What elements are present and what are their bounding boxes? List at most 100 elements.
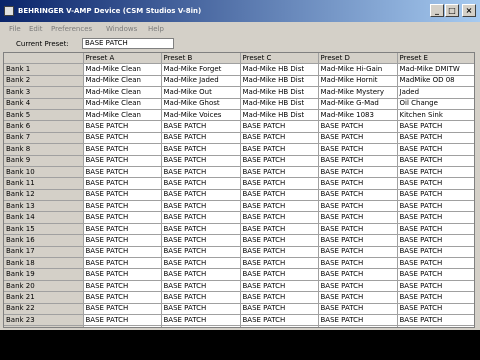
preset-cell[interactable]: BASE PATCH <box>318 268 398 281</box>
preset-cell[interactable]: BASE PATCH <box>240 177 319 190</box>
preset-cell[interactable]: BASE PATCH <box>240 223 319 236</box>
preset-cell[interactable]: BASE PATCH <box>161 155 241 167</box>
bank-label[interactable]: Bank 14 <box>4 211 84 224</box>
preset-cell[interactable]: BASE PATCH <box>240 291 319 304</box>
preset-cell[interactable]: BASE PATCH <box>83 268 162 281</box>
menu-file[interactable]: File <box>9 25 21 33</box>
bank-label[interactable]: Bank 17 <box>4 246 84 259</box>
preset-cell[interactable]: BASE PATCH <box>397 325 474 327</box>
preset-cell[interactable]: BASE PATCH <box>240 166 319 179</box>
preset-cell[interactable]: Mad-Mike HB Dist <box>240 75 319 88</box>
column-header[interactable]: Preset D <box>318 53 398 65</box>
preset-cell[interactable]: BASE PATCH <box>161 120 241 133</box>
preset-cell[interactable]: Mad-Mike HB Dist <box>240 109 319 122</box>
preset-cell[interactable]: BASE PATCH <box>318 246 398 259</box>
preset-cell[interactable]: BASE PATCH <box>397 132 474 145</box>
preset-cell[interactable]: BASE PATCH <box>240 189 319 202</box>
preset-cell[interactable]: BASE PATCH <box>161 257 241 270</box>
preset-cell[interactable]: BASE PATCH <box>83 177 162 190</box>
menu-help[interactable]: Help <box>148 25 164 33</box>
menu-preferences[interactable]: Preferences <box>51 25 92 33</box>
preset-cell[interactable]: Mad-Mike HB Dist <box>240 63 319 76</box>
preset-cell[interactable]: BASE PATCH <box>318 291 398 304</box>
preset-cell[interactable]: BASE PATCH <box>397 268 474 281</box>
preset-cell[interactable]: BASE PATCH <box>240 143 319 156</box>
preset-cell[interactable]: BASE PATCH <box>83 246 162 259</box>
preset-cell[interactable]: BASE PATCH <box>397 314 474 327</box>
bank-label[interactable]: Bank 21 <box>4 291 84 304</box>
preset-cell[interactable]: BASE PATCH <box>318 234 398 247</box>
preset-cell[interactable]: BASE PATCH <box>240 211 319 224</box>
bank-label[interactable]: Bank 15 <box>4 223 84 236</box>
bank-label[interactable]: Bank 10 <box>4 166 84 179</box>
preset-cell[interactable]: Mad-Mike G-Mad <box>318 98 398 110</box>
preset-cell[interactable]: BASE PATCH <box>240 280 319 293</box>
preset-cell[interactable]: BASE PATCH <box>397 189 474 202</box>
preset-cell[interactable]: BASE PATCH <box>318 314 398 327</box>
preset-cell[interactable]: BASE PATCH <box>240 246 319 259</box>
preset-cell[interactable]: Mad-Mike DMITW <box>397 63 474 76</box>
preset-cell[interactable]: BASE PATCH <box>240 234 319 247</box>
preset-cell[interactable]: BASE PATCH <box>318 177 398 190</box>
preset-cell[interactable]: BASE PATCH <box>240 325 319 327</box>
preset-cell[interactable]: BASE PATCH <box>240 200 319 213</box>
column-header[interactable]: Preset A <box>83 53 162 65</box>
preset-cell[interactable]: Mad-Mike Jaded <box>161 75 241 88</box>
preset-cell[interactable]: BASE PATCH <box>161 291 241 304</box>
preset-cell[interactable]: BASE PATCH <box>161 177 241 190</box>
bank-label[interactable]: Bank 4 <box>4 98 84 110</box>
preset-cell[interactable]: BASE PATCH <box>318 143 398 156</box>
preset-cell[interactable]: BASE PATCH <box>397 211 474 224</box>
column-header[interactable]: Preset C <box>240 53 319 65</box>
preset-cell[interactable]: Oil Change <box>397 98 474 110</box>
preset-cell[interactable]: Mad-Mike Clean <box>83 109 162 122</box>
column-header[interactable]: Preset E <box>397 53 474 65</box>
bank-label[interactable]: Bank 6 <box>4 120 84 133</box>
preset-cell[interactable]: BASE PATCH <box>83 200 162 213</box>
preset-cell[interactable]: BASE PATCH <box>397 291 474 304</box>
bank-label[interactable]: Bank 2 <box>4 75 84 88</box>
preset-cell[interactable]: BASE PATCH <box>161 246 241 259</box>
preset-cell[interactable]: BASE PATCH <box>161 166 241 179</box>
bank-label[interactable]: Bank 24 <box>4 325 84 327</box>
preset-cell[interactable]: BASE PATCH <box>161 223 241 236</box>
preset-cell[interactable]: BASE PATCH <box>161 325 241 327</box>
preset-cell[interactable]: BASE PATCH <box>161 280 241 293</box>
close-button[interactable]: × <box>462 4 476 17</box>
bank-label[interactable]: Bank 18 <box>4 257 84 270</box>
preset-cell[interactable]: BASE PATCH <box>397 234 474 247</box>
preset-cell[interactable]: BASE PATCH <box>161 211 241 224</box>
bank-label[interactable]: Bank 16 <box>4 234 84 247</box>
preset-cell[interactable]: BASE PATCH <box>83 132 162 145</box>
preset-cell[interactable]: Mad-Mike Clean <box>83 63 162 76</box>
preset-cell[interactable]: Mad-Mike Voices <box>161 109 241 122</box>
menu-edit[interactable]: Edit <box>29 25 43 33</box>
preset-cell[interactable]: Mad-Mike Hornit <box>318 75 398 88</box>
bank-label[interactable]: Bank 22 <box>4 303 84 316</box>
preset-cell[interactable]: BASE PATCH <box>318 211 398 224</box>
preset-cell[interactable]: BASE PATCH <box>318 189 398 202</box>
preset-cell[interactable]: BASE PATCH <box>83 155 162 167</box>
preset-cell[interactable]: BASE PATCH <box>240 268 319 281</box>
preset-cell[interactable]: BASE PATCH <box>83 257 162 270</box>
preset-cell[interactable]: BASE PATCH <box>83 314 162 327</box>
preset-cell[interactable]: Mad-Mike HB Dist <box>240 98 319 110</box>
preset-cell[interactable]: Mad-Mike Ghost <box>161 98 241 110</box>
menu-windows[interactable]: Windows <box>106 25 137 33</box>
preset-cell[interactable]: BASE PATCH <box>318 303 398 316</box>
preset-cell[interactable]: BASE PATCH <box>240 257 319 270</box>
preset-cell[interactable]: BASE PATCH <box>83 120 162 133</box>
bank-label[interactable]: Bank 8 <box>4 143 84 156</box>
preset-cell[interactable]: BASE PATCH <box>240 155 319 167</box>
bank-label[interactable]: Bank 9 <box>4 155 84 167</box>
preset-cell[interactable]: BASE PATCH <box>397 143 474 156</box>
column-header[interactable]: Preset B <box>161 53 241 65</box>
preset-cell[interactable]: BASE PATCH <box>397 246 474 259</box>
preset-cell[interactable]: BASE PATCH <box>83 291 162 304</box>
preset-cell[interactable]: Mad-Mike Out <box>161 86 241 99</box>
preset-cell[interactable]: Mad-Mike Clean <box>83 75 162 88</box>
preset-cell[interactable]: BASE PATCH <box>397 280 474 293</box>
preset-cell[interactable]: BASE PATCH <box>161 314 241 327</box>
preset-cell[interactable]: BASE PATCH <box>240 120 319 133</box>
preset-cell[interactable]: BASE PATCH <box>83 211 162 224</box>
